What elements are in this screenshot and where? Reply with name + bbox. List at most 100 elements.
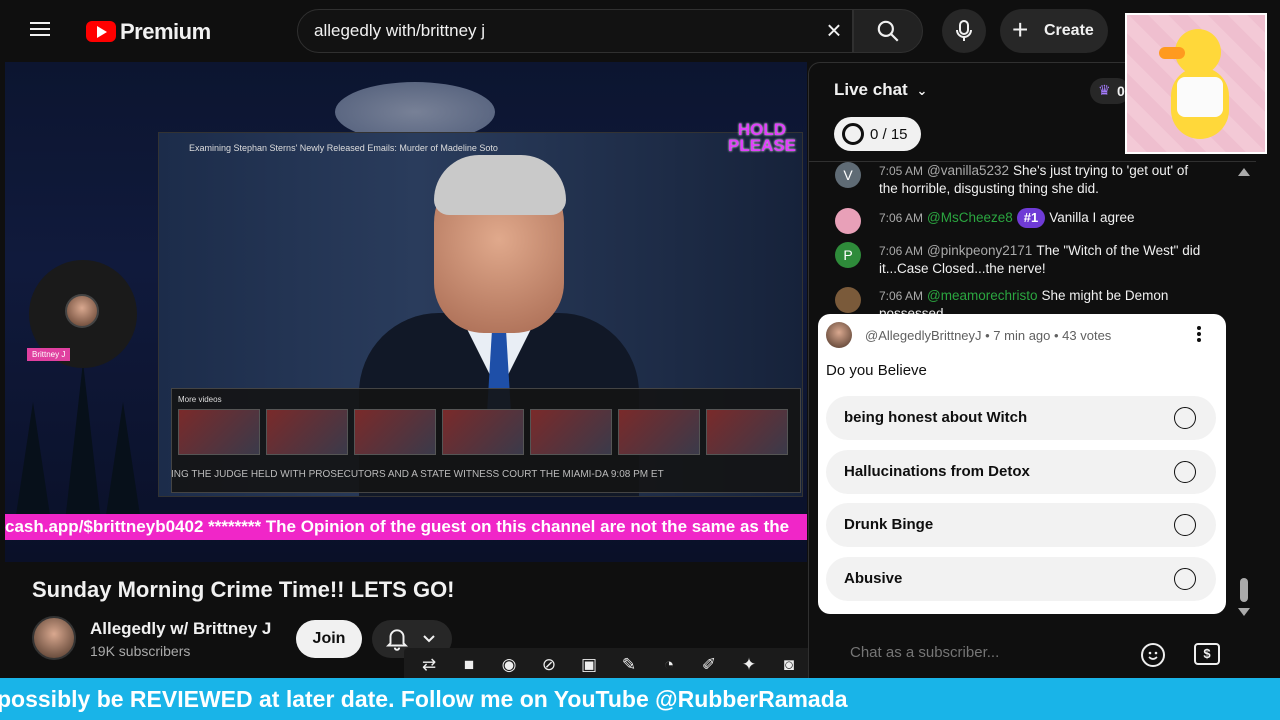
message-author[interactable]: @MsCheeze8 xyxy=(927,210,1013,225)
chat-scrollbar[interactable] xyxy=(1240,578,1248,602)
search-input[interactable] xyxy=(314,21,794,41)
video-thumbnail[interactable] xyxy=(178,409,260,455)
user-avatar[interactable] xyxy=(835,287,861,313)
ticker-text: possibly be REVIEWED at later date. Foll… xyxy=(0,686,848,712)
poll-option[interactable]: being honest about Witch xyxy=(826,396,1216,440)
scroll-up-arrow[interactable] xyxy=(1238,168,1250,176)
anchor-figure xyxy=(434,155,566,215)
radio-icon[interactable] xyxy=(1174,568,1196,590)
tree-decoration xyxy=(65,362,101,522)
poll-question: Do you Believe xyxy=(826,362,927,379)
duck-illustration xyxy=(1177,77,1223,117)
video-thumbnail[interactable] xyxy=(354,409,436,455)
message-author[interactable]: @vanilla5232 xyxy=(927,163,1009,178)
embedded-ticker: ING THE JUDGE HELD WITH PROSECUTORS AND … xyxy=(171,469,664,480)
chat-message[interactable]: 7:06 AM @meamorechristo She might be Demon… xyxy=(835,287,1205,314)
hold-please-badge: HOLD PLEASE xyxy=(727,120,797,155)
create-label: Create xyxy=(1044,22,1094,39)
stop-icon[interactable]: ■ xyxy=(458,655,480,675)
message-text: Vanilla I agree xyxy=(1049,210,1135,225)
search-box[interactable] xyxy=(297,9,853,53)
duck-illustration xyxy=(1159,47,1185,59)
message-time: 7:06 AM xyxy=(879,244,924,258)
crown-icon: ♛ xyxy=(1098,82,1111,98)
youtube-logo-icon[interactable] xyxy=(86,21,116,42)
broadcast-icon[interactable]: ◉ xyxy=(498,655,520,675)
camera-off-icon[interactable]: ⊘ xyxy=(538,655,560,675)
clear-search-button[interactable]: × xyxy=(822,17,846,43)
voice-search-button[interactable] xyxy=(942,9,986,53)
live-chat-dropdown[interactable]: Live chat ⌄ xyxy=(834,80,927,100)
poll-card: @AllegedlyBrittneyJ • 7 min ago • 43 vot… xyxy=(818,314,1226,614)
dollar-icon: $ xyxy=(1203,646,1211,661)
replay-icon[interactable]: ⇄ xyxy=(418,655,440,675)
guest-avatar xyxy=(65,294,99,328)
poll-option[interactable]: Hallucinations from Detox xyxy=(826,450,1216,494)
live-chat-title: Live chat xyxy=(834,80,908,99)
chevron-down-icon: ⌄ xyxy=(916,83,928,98)
region-icon[interactable]: ▣ xyxy=(578,655,600,675)
tree-decoration xyxy=(15,402,51,522)
poll-author-avatar[interactable] xyxy=(826,322,852,348)
poll-option-label: Abusive xyxy=(844,570,903,587)
leaderboard-button[interactable]: ♛ 0 xyxy=(1090,78,1130,104)
edit-icon[interactable]: ✎ xyxy=(618,655,640,675)
video-thumbnail[interactable] xyxy=(266,409,348,455)
message-time: 7:05 AM xyxy=(879,164,924,178)
microphone-icon xyxy=(956,20,972,41)
join-button[interactable]: Join xyxy=(296,620,362,658)
search-button[interactable] xyxy=(853,9,923,53)
chevron-down-icon xyxy=(423,635,435,643)
screenshot-icon[interactable]: ◙ xyxy=(778,655,800,675)
sparkle-icon[interactable]: ✦ xyxy=(738,655,760,675)
speed-icon[interactable]: ◔ xyxy=(658,655,680,675)
radio-icon[interactable] xyxy=(1174,514,1196,536)
poll-option[interactable]: Abusive xyxy=(826,557,1216,601)
tree-decoration xyxy=(105,402,141,522)
radio-icon[interactable] xyxy=(1174,461,1196,483)
chat-message[interactable]: V 7:05 AM @vanilla5232 She's just trying t… xyxy=(835,162,1205,198)
chat-message[interactable]: P 7:06 AM @pinkpeony2171 The "Witch of the… xyxy=(835,242,1205,278)
goal-count: 0 / 15 xyxy=(870,126,908,143)
donation-marquee: cash.app/$brittneyb0402 ******** The Opi… xyxy=(5,514,807,540)
channel-avatar[interactable] xyxy=(32,616,76,660)
video-thumbnail[interactable] xyxy=(706,409,788,455)
create-button[interactable]: + Create xyxy=(1000,9,1108,53)
message-time: 7:06 AM xyxy=(879,289,924,303)
poll-meta: @AllegedlyBrittneyJ • 7 min ago • 43 vot… xyxy=(865,328,1112,343)
message-author[interactable]: @meamorechristo xyxy=(927,288,1038,303)
super-chat-button[interactable]: $ xyxy=(1194,643,1220,665)
goal-progress-pill[interactable]: 0 / 15 xyxy=(834,117,921,151)
more-options-icon[interactable] xyxy=(1194,324,1204,346)
plus-icon: + xyxy=(1012,14,1029,45)
guest-name-tag: Brittney J xyxy=(27,348,71,361)
chat-input[interactable] xyxy=(850,644,1120,661)
message-text: She's just trying to 'get out' of the ho… xyxy=(879,163,1189,196)
poll-option-label: Hallucinations from Detox xyxy=(844,463,1030,480)
emoji-button[interactable] xyxy=(1141,643,1165,667)
user-avatar[interactable] xyxy=(835,208,861,234)
video-thumbnail[interactable] xyxy=(530,409,612,455)
video-thumbnail[interactable] xyxy=(618,409,700,455)
poll-option[interactable]: Drunk Binge xyxy=(826,503,1216,547)
poll-option-label: Drunk Binge xyxy=(844,516,934,533)
video-player[interactable]: Examining Stephan Sterns' Newly Released… xyxy=(5,62,807,562)
chat-message[interactable]: 7:06 AM @MsCheeze8 #1 Vanilla I agree xyxy=(835,208,1205,234)
radio-icon[interactable] xyxy=(1174,407,1196,429)
user-avatar[interactable]: V xyxy=(835,162,861,188)
video-thumbnail[interactable] xyxy=(442,409,524,455)
scroll-down-arrow[interactable] xyxy=(1238,608,1250,616)
embedded-stream: Examining Stephan Sterns' Newly Released… xyxy=(158,132,803,497)
user-avatar[interactable]: P xyxy=(835,242,861,268)
search-icon xyxy=(877,20,899,42)
crown-count: 0 xyxy=(1117,83,1125,99)
embedded-title: Examining Stephan Sterns' Newly Released… xyxy=(189,143,498,153)
subscriber-count: 19K subscribers xyxy=(90,643,191,659)
bottom-ticker: possibly be REVIEWED at later date. Foll… xyxy=(0,678,1280,720)
menu-button[interactable] xyxy=(30,18,58,46)
draw-icon[interactable]: ✐ xyxy=(698,655,720,675)
channel-name[interactable]: Allegedly w/ Brittney J xyxy=(90,619,271,639)
brand-label[interactable]: Premium xyxy=(120,19,211,45)
capture-toolbar: ⇄ ■ ◉ ⊘ ▣ ✎ ◔ ✐ ✦ ◙ ⚙ xyxy=(404,648,864,682)
message-author[interactable]: @pinkpeony2171 xyxy=(927,243,1032,258)
